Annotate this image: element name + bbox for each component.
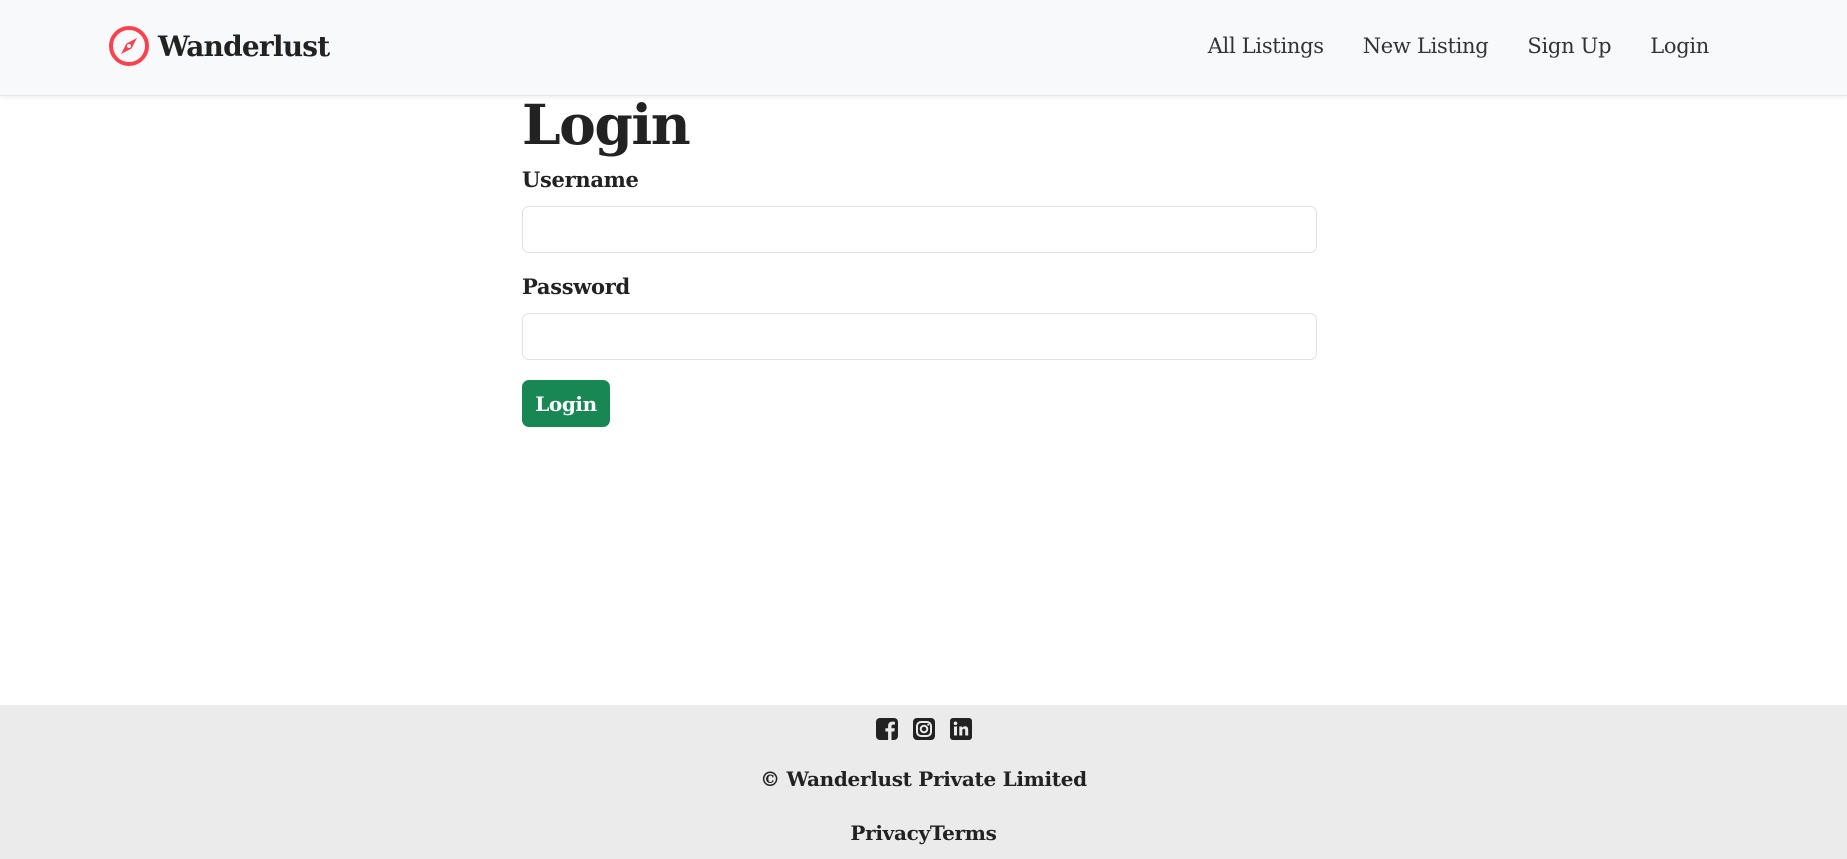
terms-link[interactable]: Terms bbox=[930, 821, 997, 845]
copyright-text: © Wanderlust Private Limited bbox=[760, 767, 1087, 791]
compass-icon bbox=[109, 26, 149, 66]
social-links bbox=[0, 717, 1847, 741]
nav-link-new-listing[interactable]: New Listing bbox=[1363, 34, 1489, 58]
facebook-icon[interactable] bbox=[875, 717, 899, 741]
navbar: Wanderlust All Listings New Listing Sign… bbox=[0, 0, 1847, 96]
privacy-link[interactable]: Privacy bbox=[850, 821, 930, 845]
username-label: Username bbox=[522, 167, 639, 192]
login-button[interactable]: Login bbox=[522, 380, 610, 427]
footer: © Wanderlust Private Limited Privacy Ter… bbox=[0, 705, 1847, 859]
brand-name: Wanderlust bbox=[158, 29, 330, 63]
username-input[interactable] bbox=[522, 206, 1317, 253]
brand-link[interactable]: Wanderlust bbox=[108, 25, 330, 67]
nav-link-sign-up[interactable]: Sign Up bbox=[1527, 34, 1611, 58]
linkedin-icon[interactable] bbox=[949, 717, 973, 741]
instagram-icon[interactable] bbox=[912, 717, 936, 741]
page-title: Login bbox=[522, 92, 691, 157]
nav-link-login[interactable]: Login bbox=[1650, 34, 1709, 58]
password-label: Password bbox=[522, 274, 630, 299]
footer-links: Privacy Terms bbox=[0, 821, 1847, 845]
password-input[interactable] bbox=[522, 313, 1317, 360]
nav-link-all-listings[interactable]: All Listings bbox=[1208, 34, 1324, 58]
nav-links: All Listings New Listing Sign Up Login bbox=[1208, 30, 1710, 62]
